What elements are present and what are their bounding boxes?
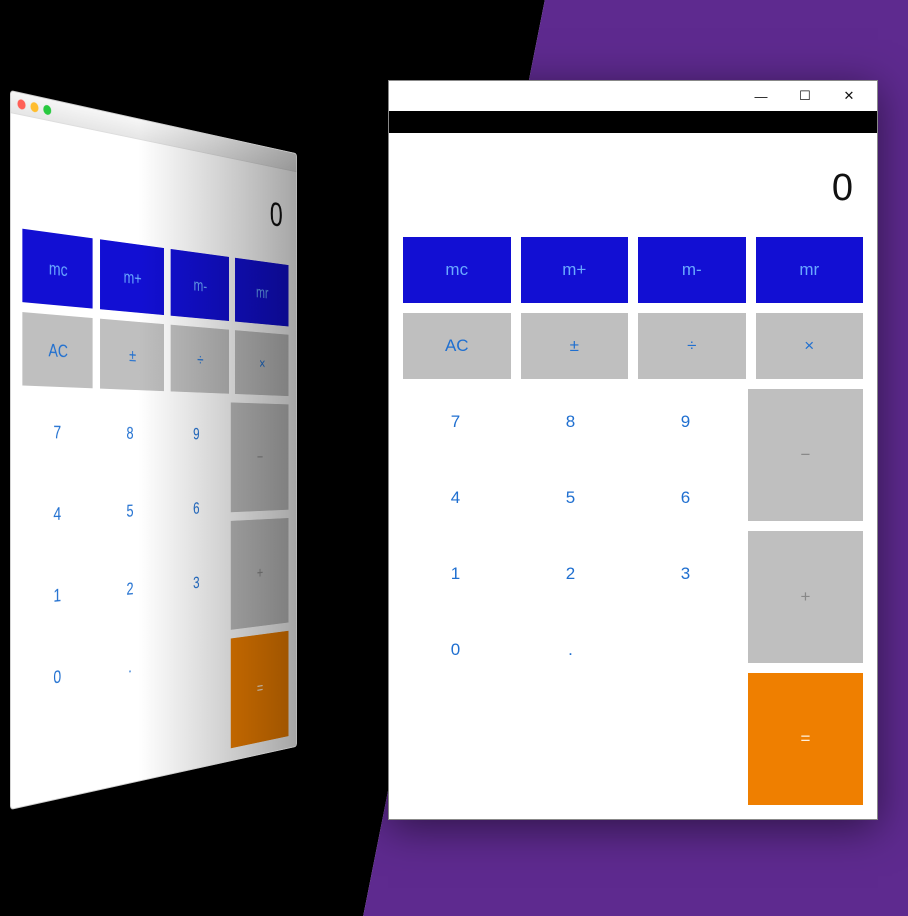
digit-8-button[interactable]: 8 [518, 389, 623, 455]
digit-3-button[interactable]: 3 [633, 541, 738, 607]
all-clear-button[interactable]: AC [403, 313, 511, 379]
plus-button[interactable]: + [230, 518, 288, 630]
minimize-button[interactable]: — [739, 82, 783, 110]
memory-minus-button[interactable]: m- [638, 237, 746, 303]
mac-calculator-window: 0 mc m+ m- mr AC ± ÷ × 7 [10, 90, 297, 810]
digit-1-button[interactable]: 1 [403, 541, 508, 607]
mac-calculator-body: 0 mc m+ m- mr AC ± ÷ × 7 [11, 113, 297, 809]
plus-button[interactable]: + [748, 531, 863, 663]
digit-7-button[interactable]: 7 [22, 395, 90, 468]
digit-3-button[interactable]: 3 [167, 548, 224, 619]
decimal-point-button[interactable]: . [98, 629, 160, 707]
display-value: 0 [403, 147, 863, 227]
minus-button[interactable]: − [230, 402, 288, 512]
minimize-icon[interactable] [30, 101, 38, 113]
digit-2-button[interactable]: 2 [98, 553, 160, 627]
digit-6-button[interactable]: 6 [167, 475, 224, 543]
digit-6-button[interactable]: 6 [633, 465, 738, 531]
memory-clear-button[interactable]: mc [22, 229, 92, 309]
stage: 0 mc m+ m- mr AC ± ÷ × 7 [0, 0, 908, 916]
memory-recall-button[interactable]: mr [235, 258, 288, 327]
close-button[interactable]: ✕ [827, 82, 871, 110]
windows-calculator-window: — ☐ ✕ 0 mc m+ m- mr AC ± ÷ × 7 [388, 80, 878, 820]
divide-button[interactable]: ÷ [171, 325, 229, 394]
digit-4-button[interactable]: 4 [22, 478, 90, 553]
digit-5-button[interactable]: 5 [518, 465, 623, 531]
windows-titlebar: — ☐ ✕ [389, 81, 877, 111]
windows-calculator-body: 0 mc m+ m- mr AC ± ÷ × 7 8 9 [389, 133, 877, 819]
memory-clear-button[interactable]: mc [403, 237, 511, 303]
all-clear-button[interactable]: AC [22, 312, 92, 388]
sign-toggle-button[interactable]: ± [521, 313, 629, 379]
minus-button[interactable]: − [748, 389, 863, 521]
close-icon[interactable] [17, 98, 25, 110]
decimal-point-button[interactable]: . [518, 617, 623, 683]
digit-0-button[interactable]: 0 [22, 637, 90, 719]
digit-9-button[interactable]: 9 [633, 389, 738, 455]
multiply-button[interactable]: × [756, 313, 864, 379]
zoom-icon[interactable] [43, 104, 51, 115]
divide-button[interactable]: ÷ [638, 313, 746, 379]
digit-8-button[interactable]: 8 [98, 398, 160, 468]
digit-9-button[interactable]: 9 [167, 400, 224, 467]
digit-4-button[interactable]: 4 [403, 465, 508, 531]
equals-button[interactable]: = [230, 631, 288, 748]
digit-1-button[interactable]: 1 [22, 557, 90, 635]
digit-0-button[interactable]: 0 [403, 617, 508, 683]
digit-5-button[interactable]: 5 [98, 476, 160, 547]
equals-button[interactable]: = [748, 673, 863, 805]
mac-window-wrap: 0 mc m+ m- mr AC ± ÷ × 7 [10, 90, 430, 810]
maximize-button[interactable]: ☐ [783, 82, 827, 110]
multiply-button[interactable]: × [235, 330, 288, 396]
memory-plus-button[interactable]: m+ [100, 239, 164, 315]
memory-plus-button[interactable]: m+ [521, 237, 629, 303]
memory-minus-button[interactable]: m- [171, 249, 229, 321]
memory-recall-button[interactable]: mr [756, 237, 864, 303]
digit-7-button[interactable]: 7 [403, 389, 508, 455]
windows-menubar [389, 111, 877, 133]
digit-2-button[interactable]: 2 [518, 541, 623, 607]
sign-toggle-button[interactable]: ± [100, 319, 164, 391]
